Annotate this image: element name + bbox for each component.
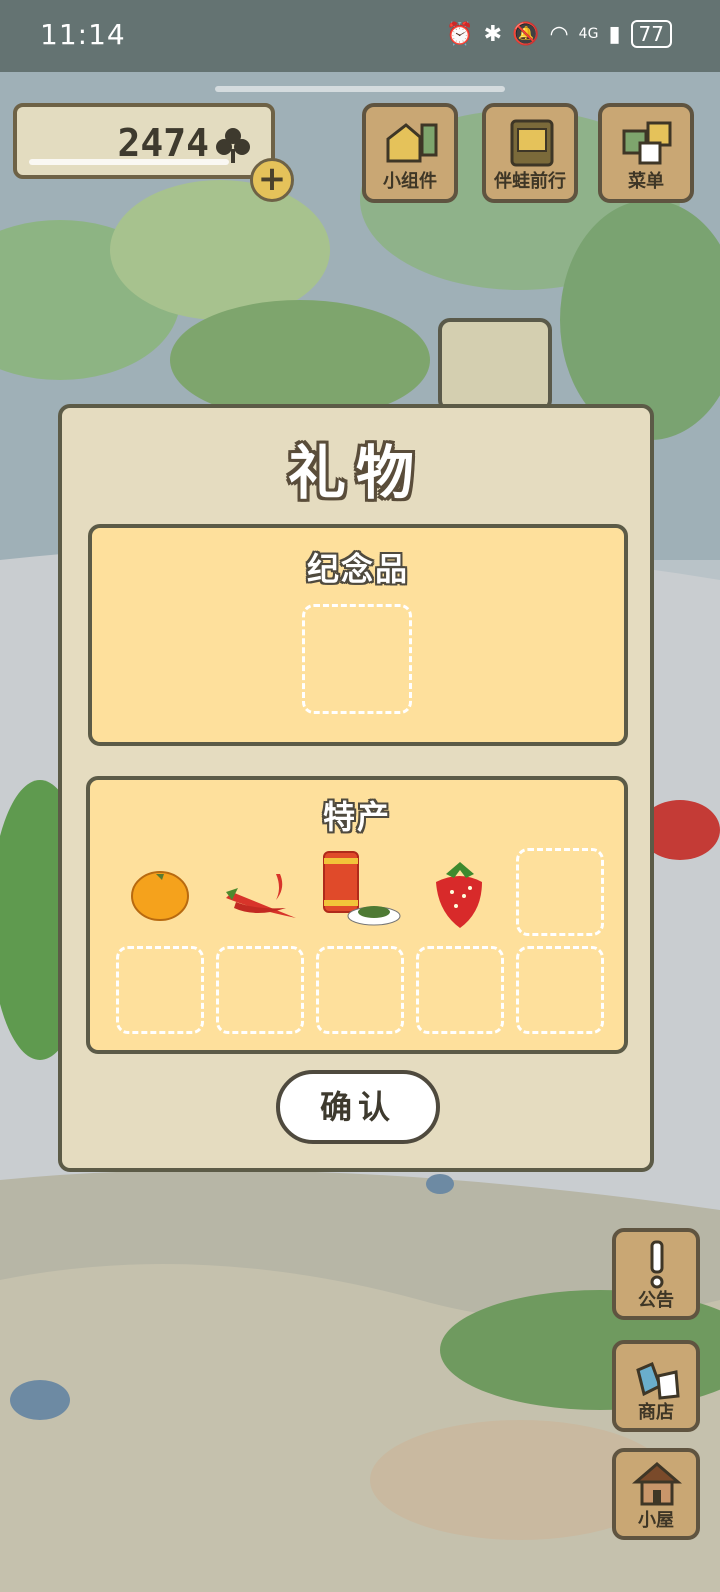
house-button[interactable]: 小屋 — [612, 1448, 700, 1540]
shop-button[interactable]: 商店 — [612, 1340, 700, 1432]
album-button[interactable]: 伴蛙前行 — [482, 103, 578, 203]
specialty-slot-empty[interactable] — [216, 946, 304, 1034]
house-label: 小屋 — [638, 1510, 674, 1531]
wifi-icon: ◠ — [549, 21, 569, 47]
bag-icon — [636, 1361, 680, 1400]
specialty-slot-empty[interactable] — [516, 946, 604, 1034]
status-bar: 11:14 ⏰ ✱ 🔕 ◠ 4G ▮ 77 — [0, 0, 720, 72]
notice-label: 公告 — [638, 1290, 674, 1311]
house-icon — [632, 1462, 682, 1506]
album-label: 伴蛙前行 — [494, 171, 566, 192]
signal-icon: ▮ — [608, 21, 621, 47]
widget-label: 小组件 — [383, 171, 437, 192]
menu-button[interactable]: 菜单 — [598, 103, 694, 203]
confirm-button[interactable]: 确认 — [276, 1070, 440, 1144]
dialog-title: 礼物 — [287, 439, 424, 507]
status-icons: ⏰ ✱ 🔕 ◠ 4G ▮ 77 — [446, 20, 672, 48]
exclamation-icon — [650, 1240, 664, 1289]
notice-button[interactable]: 公告 — [612, 1228, 700, 1320]
souvenir-slot[interactable] — [302, 604, 412, 714]
network-label: 4G — [578, 26, 599, 42]
gesture-pill — [215, 86, 505, 92]
status-time: 11:14 — [40, 18, 126, 51]
specialty-slot-empty[interactable] — [316, 946, 404, 1034]
gift-dialog: 礼物 纪念品 特产 确认 — [58, 404, 654, 1172]
specialty-slot-empty[interactable] — [116, 946, 204, 1034]
specialty-slot-empty[interactable] — [516, 848, 604, 936]
clover-counter: 2474 — [13, 103, 275, 179]
battery-indicator: 77 — [630, 20, 672, 48]
album-icon — [510, 119, 554, 167]
orange-item[interactable] — [116, 848, 204, 936]
menu-icon — [622, 121, 672, 165]
specialty-title: 特产 — [322, 798, 391, 836]
souvenir-panel: 纪念品 — [88, 524, 628, 746]
widget-icon — [386, 123, 438, 163]
widget-button[interactable]: 小组件 — [362, 103, 458, 203]
alarm-icon: ⏰ — [446, 21, 474, 47]
add-clover-button[interactable]: + — [250, 158, 294, 202]
mute-icon: 🔕 — [512, 21, 540, 47]
specialty-slot-empty[interactable] — [416, 946, 504, 1034]
tea-can-item[interactable] — [316, 848, 404, 936]
menu-label: 菜单 — [628, 171, 664, 192]
specialty-panel: 特产 — [86, 776, 628, 1054]
counter-bar — [29, 159, 229, 165]
souvenir-title: 纪念品 — [306, 550, 409, 588]
strawberry-item[interactable] — [416, 848, 504, 936]
shop-label: 商店 — [638, 1402, 674, 1423]
chili-pepper-item[interactable] — [216, 848, 304, 936]
bluetooth-icon: ✱ — [483, 21, 503, 47]
